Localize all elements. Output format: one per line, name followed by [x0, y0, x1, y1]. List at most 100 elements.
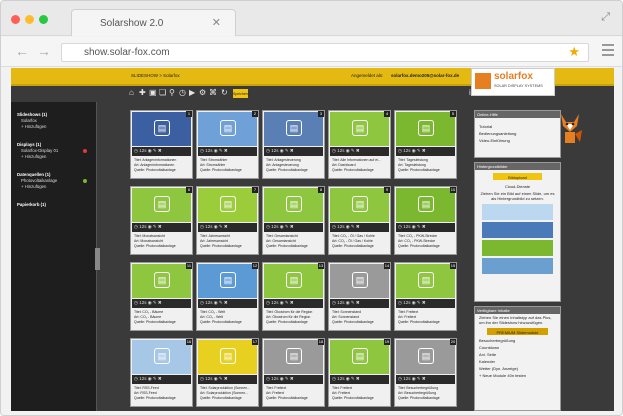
- module-item[interactable]: Countdown: [475, 344, 560, 351]
- slide-tile[interactable]: ▤ 15 ◷ 12s ◉ ✎ ✖ Titel: Freitext Art: Freite…: [394, 262, 457, 331]
- slide-tile[interactable]: ▤ 11 ◷ 12s ◉ ✎ ✖ Titel: CO₂ - Bäume Art: CO₂…: [130, 262, 193, 331]
- slide-tile[interactable]: ▤ 12 ◷ 12s ◉ ✎ ✖ Titel: CO₂ - Welt Art: CO₂ …: [196, 262, 259, 331]
- delete-icon[interactable]: ✖: [223, 376, 228, 381]
- slide-tile[interactable]: ▤ 6 ◷ 12s ◉ ✎ ✖ Titel: Monatsansicht Art: Mo…: [130, 186, 193, 255]
- sidebar-item-slideshows[interactable]: Slideshows (1): [17, 112, 47, 117]
- slide-tile[interactable]: ▤ 1 ◷ 12s ◉ ✎ ✖ Titel: Anlageninformationen…: [130, 110, 193, 179]
- play-icon[interactable]: ▶: [189, 89, 197, 97]
- add-slideshow-link[interactable]: + Hinzufügen: [21, 124, 46, 129]
- premium-modules-button[interactable]: PREMIUM Slidemodule: [487, 328, 548, 335]
- maximize-window-icon[interactable]: [39, 15, 48, 24]
- delete-icon[interactable]: ✖: [223, 300, 228, 305]
- background-thumb[interactable]: [482, 240, 553, 256]
- close-tab-icon[interactable]: ✕: [212, 16, 221, 29]
- sidebar-item-trash[interactable]: Papierkorb (1): [17, 202, 46, 207]
- copy-icon[interactable]: ❏: [159, 89, 167, 97]
- add-display-link[interactable]: + Hinzufügen: [21, 154, 46, 159]
- slide-thumbnail[interactable]: ▤: [396, 112, 455, 146]
- delete-icon[interactable]: ✖: [421, 148, 426, 153]
- slide-thumbnail[interactable]: ▤: [396, 340, 455, 374]
- slide-thumbnail[interactable]: ▤: [264, 112, 323, 146]
- background-thumb[interactable]: [482, 258, 553, 274]
- home-icon[interactable]: ⌂: [129, 89, 137, 97]
- slide-thumbnail[interactable]: ▤: [132, 112, 191, 146]
- delete-icon[interactable]: ✖: [157, 300, 162, 305]
- slide-tile[interactable]: ▤ 16 ◷ 12s ◉ ✎ ✖ Titel: RSS-Feed Art: RSS-Fe…: [130, 338, 193, 407]
- delete-icon[interactable]: ✖: [157, 148, 162, 153]
- delete-icon[interactable]: ✖: [421, 376, 426, 381]
- delete-icon[interactable]: ✖: [223, 148, 228, 153]
- slide-tile[interactable]: ▤ 9 ◷ 12s ◉ ✎ ✖ Titel: CO₂ - Öl / Gas / Koh…: [328, 186, 391, 255]
- add-datasource-link[interactable]: + Hinzufügen: [21, 184, 46, 189]
- clock-icon[interactable]: ◷: [179, 89, 187, 97]
- background-thumb[interactable]: [482, 204, 553, 220]
- delete-icon[interactable]: ✖: [355, 300, 360, 305]
- slide-tile[interactable]: ▤ 14 ◷ 12s ◉ ✎ ✖ Titel: Sonnenstand Art: Son…: [328, 262, 391, 331]
- minimize-window-icon[interactable]: [25, 15, 34, 24]
- browser-tab[interactable]: Solarshow 2.0 ✕: [71, 9, 236, 36]
- refresh-icon[interactable]: ↻: [221, 89, 229, 97]
- slide-thumbnail[interactable]: ▤: [330, 340, 389, 374]
- image-icon[interactable]: ▣: [149, 89, 157, 97]
- slide-tile[interactable]: ▤ 13 ◷ 12s ◉ ✎ ✖ Titel: Ökostrom für die Re…: [262, 262, 325, 331]
- slide-tile[interactable]: ▤ 8 ◷ 12s ◉ ✎ ✖ Titel: Gesamtansicht Art: Ge…: [262, 186, 325, 255]
- slide-thumbnail[interactable]: ▤: [132, 340, 191, 374]
- breadcrumb[interactable]: SLIDESHOW > Solarfox: [131, 73, 180, 78]
- slide-thumbnail[interactable]: ▤: [198, 340, 257, 374]
- close-window-icon[interactable]: [11, 15, 20, 24]
- back-arrow-icon[interactable]: ←: [15, 43, 29, 59]
- module-item[interactable]: Kalender: [475, 358, 560, 365]
- delete-icon[interactable]: ✖: [289, 376, 294, 381]
- sidebar-item-display[interactable]: Solarfox-Display 01: [21, 148, 58, 153]
- delete-icon[interactable]: ✖: [355, 224, 360, 229]
- image-upload-button[interactable]: Bildupload: [493, 173, 542, 180]
- delete-icon[interactable]: ✖: [355, 148, 360, 153]
- slide-tile[interactable]: ▤ 3 ◷ 12s ◉ ✎ ✖ Titel: Anlagesteuerung Art: …: [262, 110, 325, 179]
- background-thumb[interactable]: [482, 222, 553, 238]
- slide-thumbnail[interactable]: ▤: [264, 340, 323, 374]
- delete-icon[interactable]: ✖: [289, 224, 294, 229]
- search-icon[interactable]: ⚲: [169, 89, 177, 97]
- sidebar-item-solarfox[interactable]: Solarfox: [21, 118, 37, 123]
- sidebar-resize-handle[interactable]: [95, 248, 100, 270]
- expand-icon[interactable]: ⤢: [601, 11, 610, 24]
- slide-tile[interactable]: ▤ 7 ◷ 12s ◉ ✎ ✖ Titel: Jahresansicht Art: Ja…: [196, 186, 259, 255]
- bookmark-star-icon[interactable]: ★: [568, 44, 580, 60]
- save-button[interactable]: Speichern: [233, 89, 249, 98]
- info-icon[interactable]: i: [469, 89, 477, 97]
- help-video-link[interactable]: Video-Einführung: [475, 137, 560, 144]
- slide-thumbnail[interactable]: ▤: [330, 188, 389, 222]
- slide-thumbnail[interactable]: ▤: [264, 264, 323, 298]
- slide-thumbnail[interactable]: ▤: [330, 264, 389, 298]
- slide-tile[interactable]: ▤ 18 ◷ 12s ◉ ✎ ✖ Titel: Freitext Art: Freite…: [262, 338, 325, 407]
- module-item[interactable]: Wetter (Dyn. Anzeige): [475, 365, 560, 372]
- slide-thumbnail[interactable]: ▤: [132, 264, 191, 298]
- delete-icon[interactable]: ✖: [289, 148, 294, 153]
- address-bar[interactable]: show.solar-fox.com ★: [61, 43, 589, 62]
- slide-thumbnail[interactable]: ▤: [198, 264, 257, 298]
- slide-tile[interactable]: ▤ 2 ◷ 12s ◉ ✎ ✖ Titel: Stromzähler Art: Stro…: [196, 110, 259, 179]
- slide-tile[interactable]: ▤ 17 ◷ 12s ◉ ✎ ✖ Titel: Solarproduktion (So…: [196, 338, 259, 407]
- slide-tile[interactable]: ▤ 5 ◷ 12s ◉ ✎ ✖ Titel: Tagesleistung Art: Ta…: [394, 110, 457, 179]
- slide-thumbnail[interactable]: ▤: [198, 188, 257, 222]
- module-item[interactable]: Anl. Seite: [475, 351, 560, 358]
- slide-thumbnail[interactable]: ▤: [330, 112, 389, 146]
- slide-tile[interactable]: ▤ 19 ◷ 12s ◉ ✎ ✖ Titel: Freitext Art: Freite…: [328, 338, 391, 407]
- slide-tile[interactable]: ▤ 20 ◷ 12s ◉ ✎ ✖ Titel: Besucherbegrüßung Ar…: [394, 338, 457, 407]
- slide-thumbnail[interactable]: ▤: [396, 264, 455, 298]
- slide-thumbnail[interactable]: ▤: [198, 112, 257, 146]
- help-tutorial-link[interactable]: Tutorial: [475, 123, 560, 130]
- delete-icon[interactable]: ✖: [421, 300, 426, 305]
- slide-thumbnail[interactable]: ▤: [396, 188, 455, 222]
- sidebar-item-datasource[interactable]: Photovoltaikanlage: [21, 178, 57, 183]
- forward-arrow-icon[interactable]: →: [37, 43, 51, 59]
- sidebar-item-displays[interactable]: Displays (1): [17, 142, 41, 147]
- slide-thumbnail[interactable]: ▤: [264, 188, 323, 222]
- delete-icon[interactable]: ✖: [289, 300, 294, 305]
- help-manual-link[interactable]: Bedienungsanleitung: [475, 130, 560, 137]
- module-item[interactable]: Besucherbegrüßung: [475, 337, 560, 344]
- delete-icon[interactable]: ✖: [157, 224, 162, 229]
- add-slide-icon[interactable]: ✚: [139, 89, 147, 97]
- delete-icon[interactable]: ✖: [421, 224, 426, 229]
- delete-icon[interactable]: ✖: [223, 224, 228, 229]
